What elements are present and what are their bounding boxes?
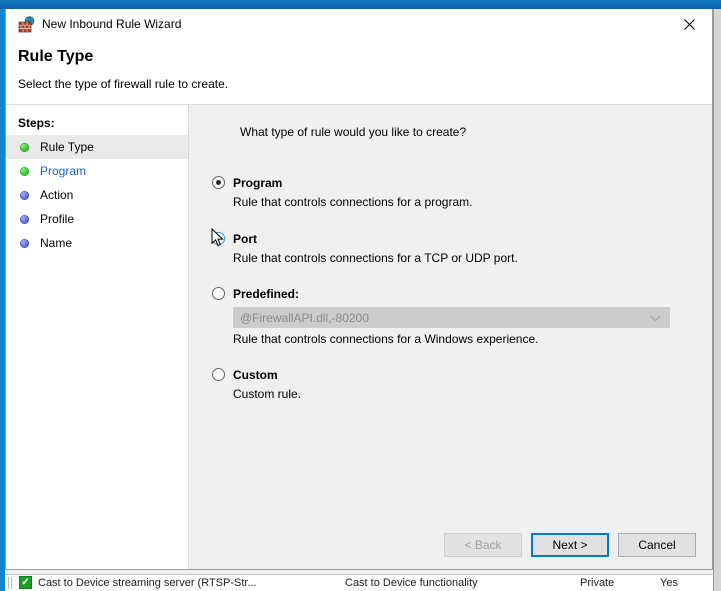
sidebar-item-label: Program (40, 164, 87, 178)
option-label: Program (233, 175, 283, 190)
question-label: What type of rule would you like to crea… (240, 125, 467, 139)
firewall-globe-icon (18, 16, 35, 33)
background-window-titlebar (0, 0, 721, 9)
sidebar-item-program[interactable]: Program (6, 159, 188, 183)
radio-row-port[interactable]: Port (212, 228, 682, 249)
sidebar-item-profile[interactable]: Profile (6, 207, 188, 231)
page-subtitle: Select the type of firewall rule to crea… (18, 77, 229, 91)
sidebar-item-label: Profile (40, 212, 75, 226)
sidebar-item-label: Name (40, 236, 73, 250)
page-title: Rule Type (18, 48, 94, 65)
option-predefined: Predefined: @FirewallAPI.dll,-80200 Rule… (212, 283, 682, 348)
sidebar-item-action[interactable]: Action (6, 183, 188, 207)
dialog-header: Rule Type Select the type of firewall ru… (6, 40, 712, 105)
rule-enabled-cell: Yes (660, 577, 678, 589)
step-bullet-icon (20, 238, 29, 248)
new-inbound-rule-wizard-dialog: New Inbound Rule Wizard Rule Type Select… (5, 9, 713, 570)
background-rule-row[interactable]: ✓ Cast to Device streaming server (RTSP-… (5, 574, 713, 591)
rule-type-radio-group: Program Rule that controls connections f… (212, 172, 682, 403)
step-bullet-icon (20, 166, 29, 176)
predefined-rule-dropdown[interactable]: @FirewallAPI.dll,-80200 (233, 307, 670, 328)
close-icon[interactable] (667, 9, 712, 39)
step-bullet-icon (20, 190, 29, 200)
enabled-check-icon: ✓ (19, 576, 32, 589)
column-grip (8, 577, 12, 589)
option-description: Rule that controls connections for a pro… (233, 195, 473, 209)
background-window-scrollbar[interactable] (713, 9, 721, 591)
radio-program[interactable] (212, 176, 225, 189)
cancel-button[interactable]: Cancel (618, 533, 696, 557)
dialog-button-bar: < Back Next > Cancel (444, 533, 696, 557)
steps-panel: Steps: Rule Type Program Action Profile (6, 105, 189, 569)
chevron-down-icon (650, 311, 661, 325)
option-label: Port (233, 231, 257, 246)
steps-list: Rule Type Program Action Profile Name (6, 135, 188, 255)
radio-port[interactable] (212, 232, 225, 245)
sidebar-item-label: Rule Type (40, 140, 94, 154)
radio-row-predefined[interactable]: Predefined: (212, 283, 682, 304)
option-program: Program Rule that controls connections f… (212, 172, 682, 211)
option-label: Custom (233, 367, 278, 382)
radio-row-program[interactable]: Program (212, 172, 682, 193)
next-button[interactable]: Next > (531, 533, 609, 557)
option-description: Rule that controls connections for a Win… (233, 332, 539, 346)
option-port: Port Rule that controls connections for … (212, 228, 682, 267)
option-label: Predefined: (233, 286, 300, 301)
option-description: Rule that controls connections for a TCP… (233, 251, 518, 265)
rule-name-cell: Cast to Device streaming server (RTSP-St… (38, 577, 257, 589)
option-custom: Custom Custom rule. (212, 364, 682, 403)
rule-profile-cell: Private (580, 577, 615, 589)
radio-predefined[interactable] (212, 287, 225, 300)
rule-group-cell: Cast to Device functionality (345, 577, 478, 589)
dialog-titlebar: New Inbound Rule Wizard (6, 9, 712, 40)
radio-row-custom[interactable]: Custom (212, 364, 682, 385)
radio-custom[interactable] (212, 368, 225, 381)
sidebar-item-label: Action (40, 188, 74, 202)
step-bullet-icon (20, 142, 29, 152)
option-description: Custom rule. (233, 387, 302, 401)
dialog-body: Steps: Rule Type Program Action Profile (6, 105, 712, 569)
step-bullet-icon (20, 214, 29, 224)
sidebar-item-name[interactable]: Name (6, 231, 188, 255)
back-button: < Back (444, 533, 522, 557)
dialog-title: New Inbound Rule Wizard (42, 17, 182, 31)
predefined-rule-value: @FirewallAPI.dll,-80200 (240, 310, 369, 325)
main-pane: What type of rule would you like to crea… (190, 105, 712, 569)
steps-heading: Steps: (18, 116, 55, 130)
sidebar-item-rule-type[interactable]: Rule Type (6, 135, 188, 159)
